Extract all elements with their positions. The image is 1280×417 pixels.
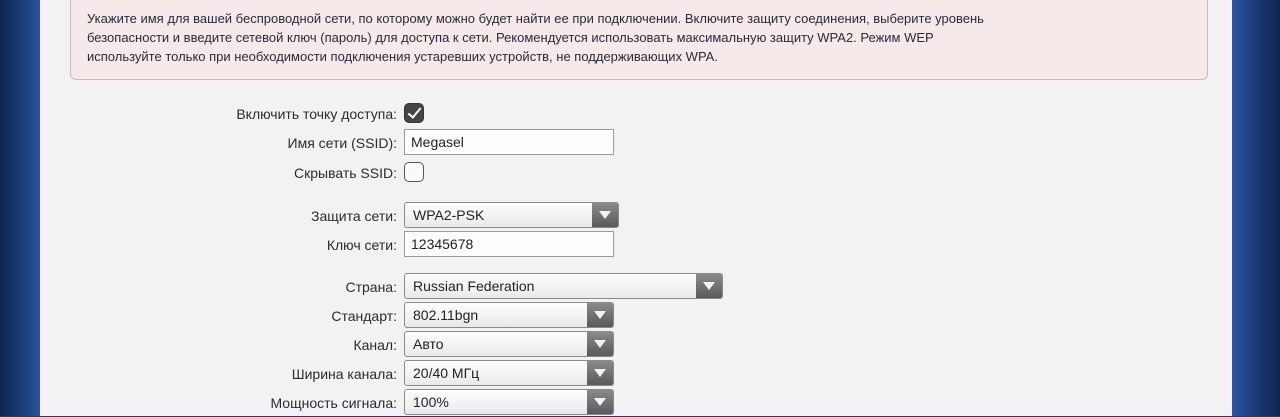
ssid-input[interactable] (404, 129, 614, 155)
window-frame-left (0, 0, 40, 416)
power-select[interactable]: 100% (404, 389, 614, 415)
security-select-value: WPA2-PSK (413, 207, 485, 223)
info-text-line-1: Укажите имя для вашей беспроводной сети,… (87, 11, 984, 26)
chevron-down-icon[interactable] (587, 303, 613, 327)
row-key: Ключ сети: (40, 231, 1232, 259)
power-label: Мощность сигнала: (270, 395, 397, 411)
row-channel: Канал: Авто (40, 331, 1232, 359)
row-hide-ssid: Скрывать SSID: (40, 159, 1232, 187)
wifi-settings-page: Укажите имя для вашей беспроводной сети,… (40, 0, 1232, 416)
row-standard: Стандарт: 802.11bgn (40, 302, 1232, 330)
key-label: Ключ сети: (326, 237, 397, 253)
chevron-down-icon[interactable] (592, 203, 618, 227)
chevron-down-icon[interactable] (587, 390, 613, 414)
row-ssid: Имя сети (SSID): (40, 129, 1232, 157)
chevron-down-icon[interactable] (587, 361, 613, 385)
channel-select[interactable]: Авто (404, 331, 614, 357)
row-width: Ширина канала: 20/40 МГц (40, 360, 1232, 388)
channel-label: Канал: (353, 337, 397, 353)
hide-ssid-checkbox[interactable] (404, 162, 424, 182)
enable-ap-label: Включить точку доступа: (236, 106, 397, 122)
security-label: Защита сети: (311, 208, 397, 224)
standard-select-value: 802.11bgn (413, 307, 479, 323)
hide-ssid-label: Скрывать SSID: (293, 165, 397, 181)
row-enable-ap: Включить точку доступа: (40, 100, 1232, 128)
row-security: Защита сети: WPA2-PSK (40, 202, 1232, 230)
key-input[interactable] (404, 231, 614, 257)
channel-select-value: Авто (413, 336, 444, 352)
standard-label: Стандарт: (331, 308, 397, 324)
chevron-down-icon[interactable] (587, 332, 613, 356)
window-frame-right (1232, 0, 1280, 416)
country-label: Страна: (345, 279, 397, 295)
chevron-down-icon[interactable] (696, 274, 722, 298)
country-select[interactable]: Russian Federation (404, 273, 723, 299)
row-power: Мощность сигнала: 100% (40, 389, 1232, 417)
width-select[interactable]: 20/40 МГц (404, 360, 614, 386)
info-notice: Укажите имя для вашей беспроводной сети,… (70, 0, 1208, 80)
width-label: Ширина канала: (291, 366, 397, 382)
width-select-value: 20/40 МГц (413, 365, 480, 381)
power-select-value: 100% (413, 394, 449, 410)
row-country: Страна: Russian Federation (40, 273, 1232, 301)
country-select-value: Russian Federation (413, 278, 535, 294)
info-text-line-2: безопасности и введите сетевой ключ (пар… (87, 30, 934, 45)
ssid-label: Имя сети (SSID): (287, 135, 398, 151)
standard-select[interactable]: 802.11bgn (404, 302, 614, 328)
security-select[interactable]: WPA2-PSK (404, 202, 619, 228)
info-text-line-3: используйте только при необходимости под… (87, 49, 718, 64)
enable-ap-checkbox[interactable] (404, 103, 424, 123)
